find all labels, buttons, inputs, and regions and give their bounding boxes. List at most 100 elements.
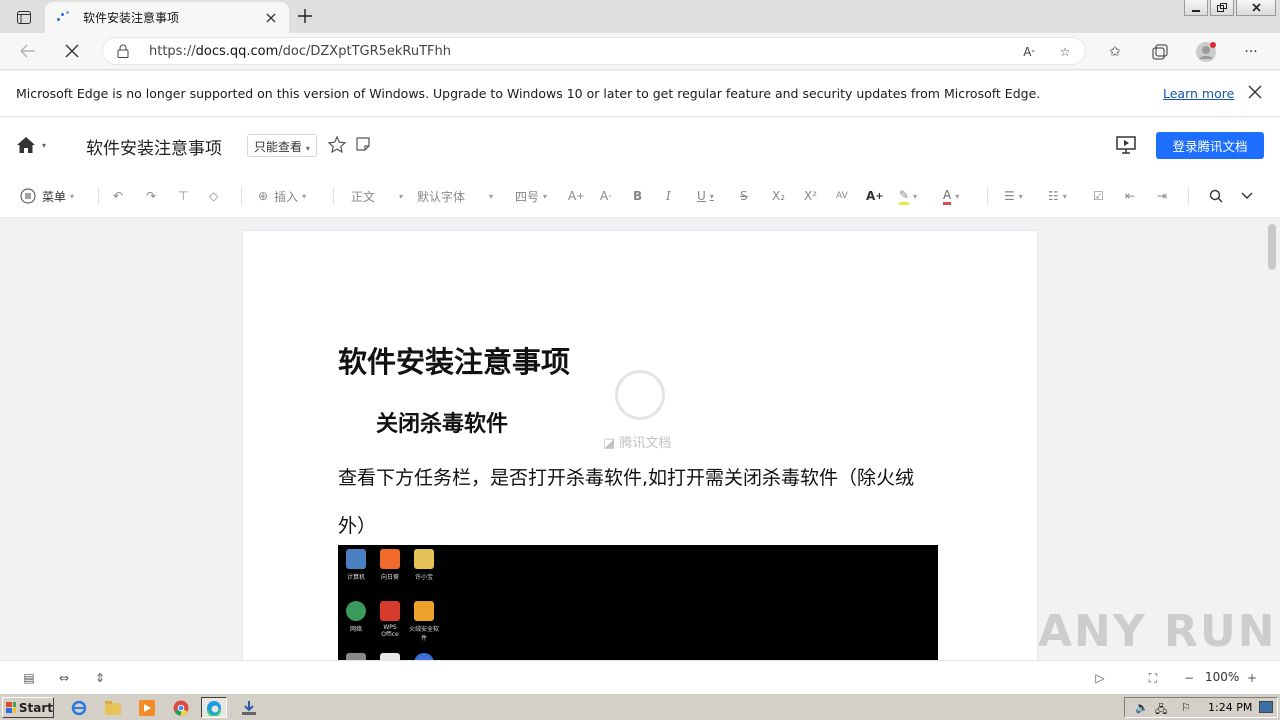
home-icon: [17, 137, 35, 153]
menu-icon: [20, 188, 36, 204]
increase-font-icon[interactable]: A +: [568, 186, 585, 206]
show-desktop-icon[interactable]: [1259, 701, 1273, 713]
insert-button[interactable]: ⊕ 插入 ▾: [258, 186, 306, 206]
network-icon[interactable]: 🖧: [1155, 701, 1167, 720]
page-break-icon[interactable]: ⇕: [91, 669, 109, 687]
desktop-icon-computer: 计算机: [341, 549, 371, 581]
menu-label: 菜单: [42, 189, 67, 204]
notes-icon[interactable]: [355, 136, 371, 156]
menu-button[interactable]: 菜单 ▾: [20, 186, 74, 206]
desktop-icon-network: 网络: [341, 601, 371, 633]
window-close-icon[interactable]: [1236, 0, 1276, 16]
search-icon[interactable]: [1209, 186, 1223, 206]
back-arrow-icon[interactable]: [14, 39, 42, 63]
outline-icon[interactable]: ▤: [20, 669, 38, 687]
play-icon[interactable]: ▷: [1091, 669, 1109, 687]
lock-icon[interactable]: [117, 44, 129, 62]
desktop-icon-wps: WPS Office: [375, 601, 405, 638]
italic-icon[interactable]: I: [666, 186, 671, 206]
learn-more-link[interactable]: Learn more: [1163, 86, 1234, 101]
character-spacing-icon[interactable]: AV: [836, 186, 848, 206]
paragraph-style-select[interactable]: 正文 ▾: [351, 186, 403, 206]
strikethrough-icon[interactable]: S: [740, 186, 748, 206]
desktop-icon-row3-c: [409, 653, 439, 660]
edge-icon[interactable]: [201, 697, 227, 718]
superscript-icon[interactable]: X²: [804, 186, 817, 206]
home-button[interactable]: ▾: [16, 136, 46, 154]
clear-format-icon[interactable]: ◇: [209, 186, 218, 206]
font-select[interactable]: 默认字体 ▾: [417, 186, 493, 206]
url-text[interactable]: https://docs.qq.com/doc/DZXptTGR5ekRuTFh…: [149, 44, 451, 59]
plus-circle-icon: ⊕: [258, 189, 269, 203]
chevron-down-icon: ▾: [42, 140, 47, 150]
explorer-folder-icon[interactable]: [100, 697, 126, 718]
outdent-icon[interactable]: ⇤: [1125, 186, 1135, 206]
star-icon[interactable]: [327, 135, 347, 157]
format-painter-icon[interactable]: ⊤: [178, 186, 188, 206]
checklist-icon[interactable]: ☑: [1093, 186, 1104, 206]
browser-tab-strip: 软件安装注意事项: [0, 0, 1280, 33]
decrease-font-icon[interactable]: A-: [600, 186, 612, 206]
profile-avatar-icon[interactable]: [1195, 41, 1217, 63]
anyrun-watermark: ANY RUN: [1038, 606, 1277, 657]
loading-favicon-icon: [55, 10, 73, 26]
doc-title[interactable]: 软件安装注意事项: [86, 134, 222, 159]
ie-icon[interactable]: [66, 697, 92, 718]
chrome-icon[interactable]: [168, 697, 194, 718]
paragraph-style-label: 正文: [351, 189, 376, 204]
font-color-icon[interactable]: A ▾: [943, 186, 959, 206]
more-menu-icon[interactable]: ···: [1240, 41, 1262, 63]
font-size-label: 四号: [515, 189, 540, 204]
action-center-flag-icon[interactable]: ⚐: [1181, 701, 1191, 714]
desktop-icon-row3-b: [375, 653, 405, 660]
read-aloud-icon[interactable]: Aⁿ: [1019, 43, 1039, 61]
page-width-icon[interactable]: ⇔: [55, 669, 73, 687]
vertical-scrollbar[interactable]: [1268, 224, 1276, 270]
windows-logo-icon: [6, 701, 16, 713]
highlight-color-icon[interactable]: ✎ ▾: [899, 186, 917, 206]
media-player-icon[interactable]: [134, 697, 160, 718]
add-favorite-icon[interactable]: ☆: [1055, 43, 1075, 61]
new-tab-icon[interactable]: [293, 5, 317, 27]
download-icon[interactable]: [236, 697, 262, 718]
browser-tab-active[interactable]: 软件安装注意事项: [45, 2, 289, 33]
zoom-out-icon[interactable]: −: [1180, 669, 1198, 687]
undo-icon[interactable]: ↶: [113, 186, 123, 206]
address-bar[interactable]: https://docs.qq.com/doc/DZXptTGR5ekRuTFh…: [102, 37, 1086, 65]
bullet-list-icon[interactable]: ☰ ▾: [1004, 186, 1023, 206]
text-effect-icon[interactable]: A +: [866, 186, 884, 206]
windows-taskbar: Start 🔈 🖧 ⚐ 1:24 PM: [0, 693, 1280, 720]
minimize-icon[interactable]: [1184, 0, 1208, 16]
tab-title: 软件安装注意事项: [83, 11, 180, 25]
system-tray: 🔈 🖧 ⚐: [1124, 697, 1278, 718]
start-button[interactable]: Start: [2, 697, 54, 718]
zoom-in-icon[interactable]: +: [1243, 669, 1261, 687]
tab-actions-icon[interactable]: [8, 6, 40, 28]
permission-label: 只能查看: [254, 140, 303, 154]
doc-subheading: 关闭杀毒软件: [376, 412, 509, 437]
doc-heading: 软件安装注意事项: [338, 345, 571, 379]
infobar-close-icon[interactable]: [1248, 85, 1262, 103]
underline-icon[interactable]: U ▾: [697, 186, 714, 206]
indent-icon[interactable]: ⇥: [1157, 186, 1167, 206]
clock[interactable]: 1:24 PM: [1208, 701, 1252, 714]
favorites-icon[interactable]: ✩: [1104, 41, 1126, 63]
login-button[interactable]: 登录腾讯文档: [1156, 132, 1264, 159]
redo-icon[interactable]: ↷: [146, 186, 156, 206]
stop-loading-icon[interactable]: [58, 39, 86, 63]
bold-icon[interactable]: B: [633, 186, 642, 206]
font-label: 默认字体: [417, 189, 466, 204]
fullscreen-icon[interactable]: ⛶: [1144, 669, 1162, 687]
tab-close-icon[interactable]: [263, 10, 279, 26]
volume-icon[interactable]: 🔈: [1135, 701, 1149, 714]
permission-dropdown[interactable]: 只能查看 ▾: [247, 134, 317, 157]
numbered-list-icon[interactable]: ☷ ▾: [1048, 186, 1067, 206]
collections-icon[interactable]: [1149, 41, 1171, 63]
unsupported-os-infobar: Microsoft Edge is no longer supported on…: [0, 71, 1280, 117]
collapse-toolbar-icon[interactable]: [1241, 186, 1253, 206]
subscript-icon[interactable]: X₂: [772, 186, 785, 206]
font-size-select[interactable]: 四号 ▾: [515, 186, 547, 206]
restore-icon[interactable]: [1210, 0, 1234, 16]
zoom-level[interactable]: 100%: [1205, 670, 1239, 684]
present-icon[interactable]: [1116, 136, 1136, 158]
